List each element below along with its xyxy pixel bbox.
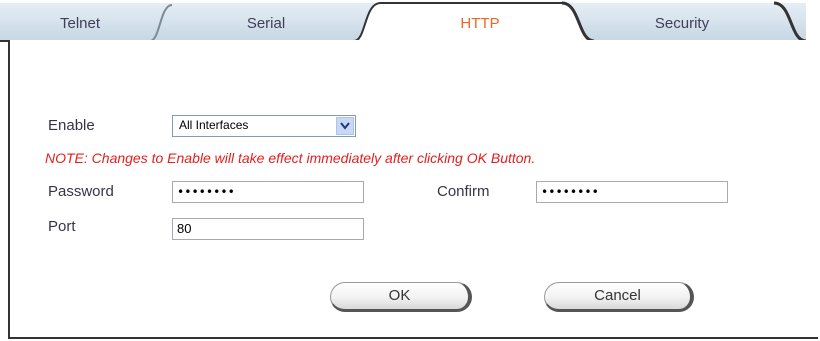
chevron-down-icon[interactable] [336, 117, 354, 135]
enable-label: Enable [48, 117, 95, 134]
enable-select-value: All Interfaces [179, 118, 249, 132]
confirm-label: Confirm [437, 183, 490, 200]
tab-telnet[interactable]: Telnet [30, 15, 130, 33]
confirm-input[interactable]: •••••••• [536, 181, 728, 203]
tab-security[interactable]: Security [612, 15, 752, 33]
enable-note: NOTE: Changes to Enable will take effect… [45, 150, 536, 166]
port-label: Port [48, 218, 76, 235]
tab-http[interactable]: HTTP [420, 15, 540, 33]
password-input[interactable]: •••••••• [172, 181, 364, 203]
enable-select[interactable]: All Interfaces [172, 115, 356, 137]
password-label: Password [48, 183, 114, 200]
ok-button[interactable]: OK [330, 282, 472, 312]
cancel-button[interactable]: Cancel [544, 282, 694, 312]
port-input[interactable]: 80 [172, 218, 364, 240]
tab-serial[interactable]: Serial [206, 15, 326, 33]
